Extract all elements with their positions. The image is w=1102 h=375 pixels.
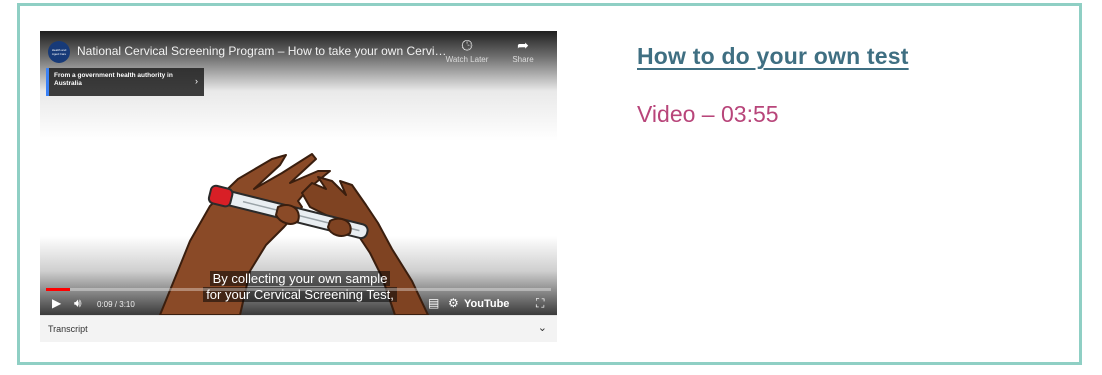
section-heading-link[interactable]: How to do your own test — [637, 43, 909, 70]
caption-text: By collecting your own sample for your C… — [180, 271, 420, 303]
video-duration: Video – 03:55 — [637, 101, 779, 127]
time-display: 0:09 / 3:10 — [97, 300, 135, 309]
share-button[interactable]: ➦ Share — [498, 37, 548, 64]
info-panel-text: From a government health authority in Au… — [54, 72, 173, 87]
channel-logo-text: Health and Aged Care — [51, 48, 67, 56]
youtube-logo[interactable]: YouTube — [464, 297, 509, 311]
chevron-down-icon: ⌄ — [537, 322, 547, 334]
channel-logo[interactable]: Health and Aged Care — [48, 41, 70, 63]
transcript-label: Transcript — [48, 324, 88, 334]
watch-later-label: Watch Later — [445, 55, 489, 64]
progress-fill — [46, 288, 70, 291]
volume-icon[interactable]: 🔊︎ — [74, 296, 82, 310]
chevron-right-icon: › — [195, 76, 198, 86]
watch-later-button[interactable]: 🕒︎ Watch Later — [442, 37, 492, 64]
play-icon[interactable]: ▶ — [52, 296, 61, 310]
info-panel[interactable]: From a government health authority in Au… — [46, 68, 204, 96]
gear-icon[interactable]: ⚙︎ — [448, 296, 459, 310]
caption-line-1: By collecting your own sample — [209, 271, 391, 286]
captions-icon[interactable]: ▤ — [428, 296, 439, 310]
share-icon: ➦ — [517, 37, 529, 53]
video-player[interactable]: Health and Aged Care National Cervical S… — [40, 31, 557, 315]
progress-bar[interactable] — [46, 288, 551, 291]
video-title[interactable]: National Cervical Screening Program – Ho… — [77, 44, 447, 58]
clock-icon: 🕒︎ — [461, 37, 473, 53]
transcript-toggle[interactable]: Transcript ⌄ — [40, 315, 557, 342]
share-label: Share — [512, 55, 534, 64]
fullscreen-icon[interactable]: ⛶ — [536, 296, 544, 310]
